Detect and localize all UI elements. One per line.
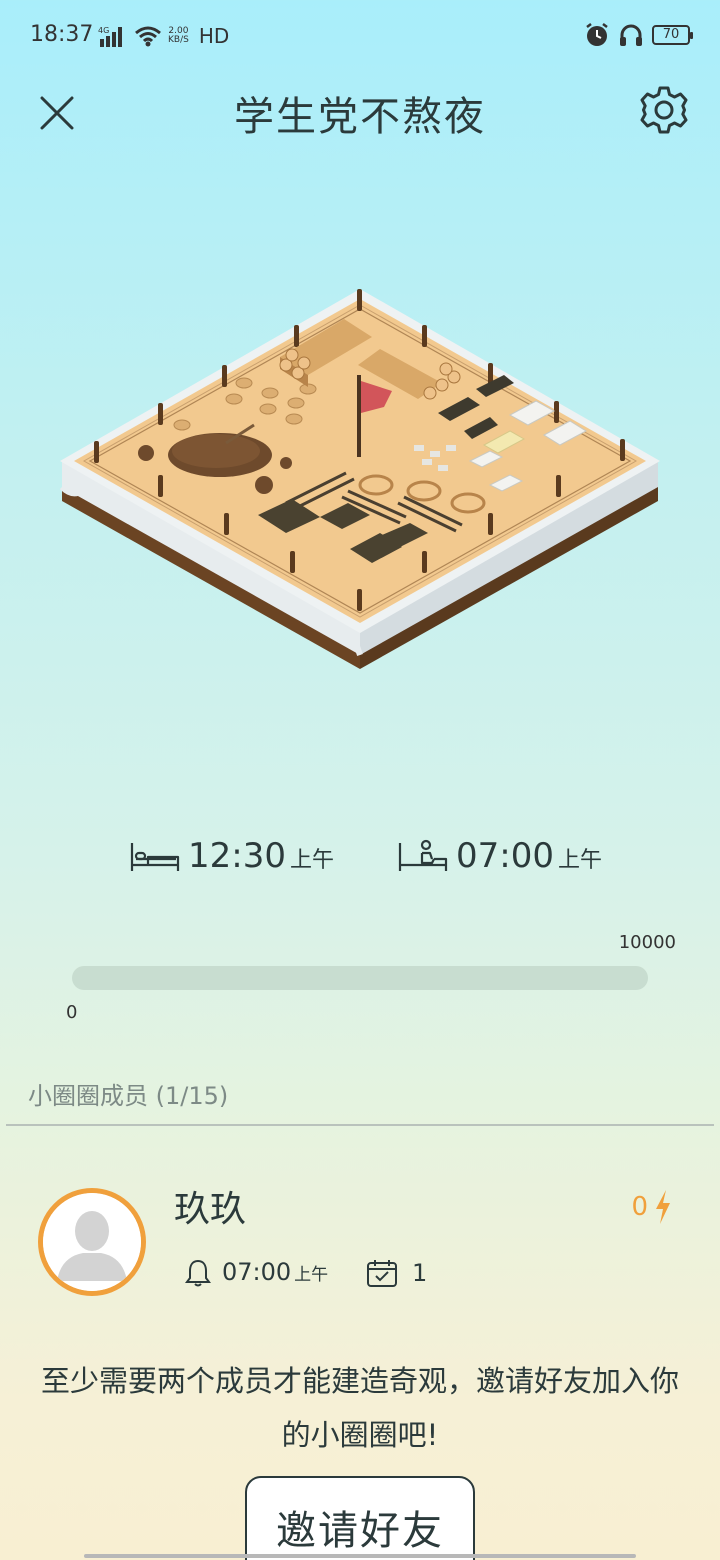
progress-min-label: 0	[66, 1002, 78, 1023]
bedtime-ampm: 上午	[289, 848, 334, 873]
wake-time-display[interactable]: 07:00 上午	[398, 836, 602, 876]
bedtime-display[interactable]: 12:30 上午	[130, 836, 334, 876]
wifi-icon	[135, 26, 161, 47]
net-speed: 2.00 KB/S	[168, 27, 189, 45]
lightning-icon	[656, 1190, 670, 1224]
net-speed-unit: KB/S	[168, 35, 189, 45]
default-avatar-icon	[43, 1193, 141, 1291]
invite-friends-button[interactable]: 邀请好友	[245, 1476, 475, 1560]
gear-icon[interactable]	[638, 84, 690, 136]
construction-island-illustration	[59, 289, 660, 669]
header: 学生党不熬夜	[0, 72, 720, 148]
member-days-value: 1	[412, 1259, 428, 1287]
avatar[interactable]	[38, 1188, 146, 1296]
wake-up-icon	[398, 839, 448, 871]
member-name: 玖玖	[174, 1189, 247, 1230]
hd-label: HD	[198, 24, 230, 48]
bedtime-value: 12:30	[188, 836, 286, 876]
home-indicator[interactable]	[84, 1554, 636, 1558]
status-left-icons: 4G 2.00 KB/S HD	[98, 24, 229, 48]
section-divider	[6, 1124, 714, 1126]
progress-max-label: 10000	[618, 932, 676, 953]
status-right-icons: 70	[584, 22, 693, 48]
member-checkin-days: 1	[366, 1258, 427, 1288]
bed-icon	[130, 843, 180, 871]
page-title: 学生党不熬夜	[234, 94, 486, 140]
invite-message: 至少需要两个成员才能建造奇观，邀请好友加入你的小圈圈吧!	[40, 1364, 679, 1452]
member-alarm-time: 07:00	[222, 1258, 292, 1286]
signal-type-label: 4G	[98, 26, 109, 35]
headphones-icon	[620, 24, 642, 46]
battery-indicator: 70	[652, 25, 693, 45]
status-bar: 18:37 4G 2.00 KB/S HD 70	[0, 0, 720, 72]
wake-time-value: 07:00	[456, 836, 554, 876]
alarm-clock-icon	[586, 23, 608, 46]
member-alarm-ampm: 上午	[294, 1265, 329, 1285]
sleep-schedule: 12:30 上午 07:00 上午	[0, 836, 720, 886]
calendar-check-icon	[367, 1260, 397, 1287]
energy-points-value: 0	[631, 1192, 648, 1222]
bell-icon	[185, 1259, 211, 1287]
status-time: 18:37	[30, 22, 94, 47]
members-section-title: 小圈圈成员 (1/15)	[28, 1082, 229, 1110]
member-alarm: 07:00 上午	[184, 1258, 328, 1288]
member-card[interactable]: 玖玖 0 07:00 上午 1	[0, 1170, 720, 1310]
signal-icon: 4G	[98, 26, 122, 47]
member-energy-points: 0	[631, 1190, 672, 1224]
energy-progress-bar	[72, 966, 648, 990]
wake-time-ampm: 上午	[557, 848, 602, 873]
